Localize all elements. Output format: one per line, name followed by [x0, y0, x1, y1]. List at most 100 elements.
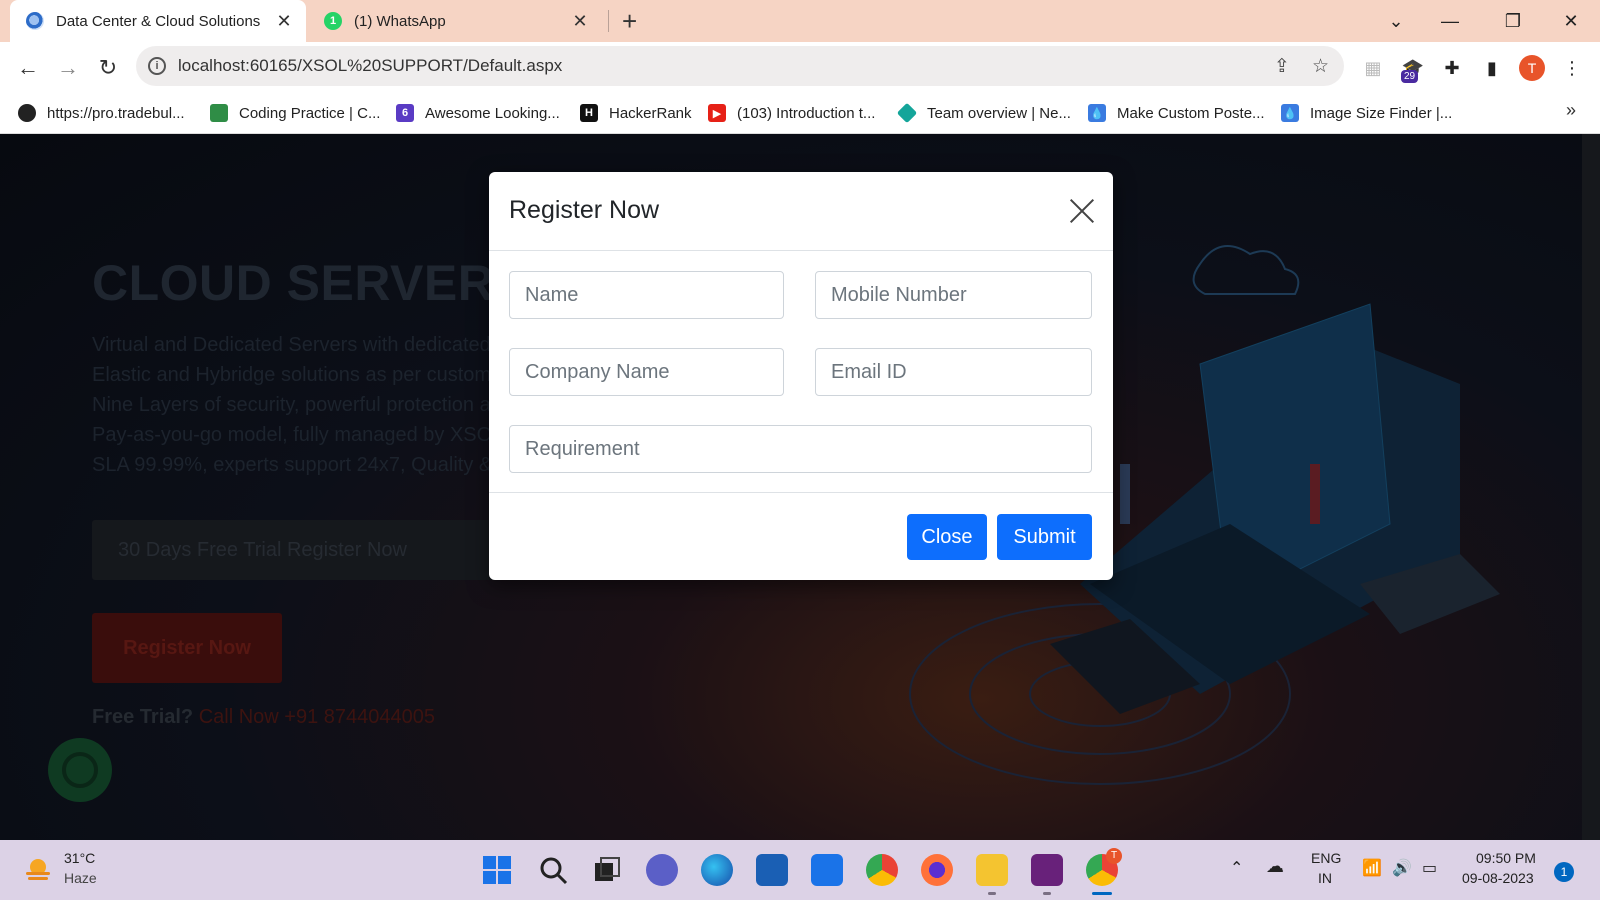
hero-line: Virtual and Dedicated Servers with dedic… [92, 334, 491, 356]
bookmark-label: Coding Practice | C... [239, 104, 381, 122]
reload-button[interactable]: ↻ [94, 54, 122, 82]
hero-title: CLOUD SERVER [92, 255, 495, 311]
bookmark-item[interactable]: 💧 Make Custom Poste... [1088, 92, 1265, 134]
puzzle-icon[interactable]: ✚ [1440, 56, 1464, 80]
bookmark-item[interactable]: H HackerRank [580, 92, 692, 134]
bookmark-star-icon[interactable]: ☆ [1312, 55, 1329, 78]
name-field[interactable]: Name [509, 271, 784, 319]
email-field[interactable]: Email ID [815, 348, 1092, 396]
browser-toolbar: ← → ↻ i localhost:60165/XSOL%20SUPPORT/D… [0, 42, 1600, 92]
six-icon: 6 [396, 104, 414, 122]
task-view-icon[interactable] [591, 854, 623, 886]
bookmark-label: HackerRank [609, 104, 692, 122]
new-tab-button[interactable]: + [622, 6, 637, 36]
firefox-icon[interactable] [921, 854, 953, 886]
edge-icon[interactable] [701, 854, 733, 886]
drop-icon: 💧 [1281, 104, 1299, 122]
trial-input[interactable]: 30 Days Free Trial Register Now [92, 520, 512, 580]
close-tab-icon[interactable]: ✕ [272, 11, 296, 32]
youtube-icon: ▶ [708, 104, 726, 122]
netlify-icon [896, 102, 918, 124]
bookmark-label: https://pro.tradebul... [47, 104, 185, 122]
profile-avatar[interactable]: T [1519, 55, 1545, 81]
tab-strip: Data Center & Cloud Solutions ✕ 1 (1) Wh… [0, 0, 1600, 42]
bookmark-item[interactable]: 💧 Image Size Finder |... [1281, 92, 1452, 134]
bookmark-label: Team overview | Ne... [927, 104, 1071, 122]
whatsapp-icon: 1 [324, 12, 342, 30]
requirement-field[interactable]: Requirement [509, 425, 1092, 473]
running-indicator [1043, 892, 1051, 895]
onedrive-icon[interactable]: ☁ [1266, 856, 1284, 877]
language-bottom[interactable]: IN [1318, 870, 1332, 886]
visual-studio-icon[interactable] [1031, 854, 1063, 886]
mail-icon[interactable] [811, 854, 843, 886]
taskbar: 31°C Haze T ⌃ ☁ ENG IN 📶 🔊 ▭ 09:50 PM 09… [0, 840, 1600, 900]
drop-icon: 💧 [1088, 104, 1106, 122]
bookmark-item[interactable]: ▶ (103) Introduction t... [708, 92, 875, 134]
back-button[interactable]: ← [14, 54, 42, 82]
mobile-field[interactable]: Mobile Number [815, 271, 1092, 319]
clock-date[interactable]: 09-08-2023 [1462, 870, 1534, 886]
notification-badge[interactable]: 1 [1554, 862, 1574, 882]
tradebulls-icon [18, 104, 36, 122]
menu-icon[interactable]: ⋮ [1560, 56, 1584, 80]
bookmark-item[interactable]: 6 Awesome Looking... [396, 92, 560, 134]
teams-chat-icon[interactable] [646, 854, 678, 886]
minimize-button[interactable]: — [1435, 6, 1465, 36]
bookmark-item[interactable]: https://pro.tradebul... [18, 92, 185, 134]
free-trial-text: Free Trial? Call Now +91 8744044005 [92, 706, 435, 729]
store-icon[interactable] [756, 854, 788, 886]
site-info-icon[interactable]: i [148, 57, 166, 75]
hero-register-button[interactable]: Register Now [92, 613, 282, 683]
wifi-icon[interactable]: 📶 [1362, 858, 1382, 878]
tab-search-icon[interactable]: ⌄ [1381, 6, 1411, 36]
volume-icon[interactable]: 🔊 [1392, 858, 1412, 878]
url-text[interactable]: localhost:60165/XSOL%20SUPPORT/Default.a… [178, 56, 562, 76]
weather-temp[interactable]: 31°C [64, 850, 95, 866]
extension-badge: 29 [1401, 70, 1419, 83]
modal-header: Register Now [489, 172, 1113, 251]
restore-button[interactable]: ❐ [1498, 6, 1528, 36]
call-now-link[interactable]: Call Now +91 8744044005 [199, 706, 435, 728]
hero-line: Pay-as-you-go model, fully managed by XS… [92, 424, 493, 446]
file-explorer-icon[interactable] [976, 854, 1008, 886]
bookmark-item[interactable]: Coding Practice | C... [210, 92, 380, 134]
chrome-icon[interactable] [866, 854, 898, 886]
close-icon[interactable] [1069, 198, 1095, 224]
free-trial-label: Free Trial? [92, 706, 194, 728]
more-bookmarks-icon[interactable]: » [1566, 100, 1576, 121]
modal-title: Register Now [509, 196, 660, 224]
bookmark-label: (103) Introduction t... [737, 104, 876, 122]
battery-icon[interactable]: ▭ [1422, 858, 1437, 878]
bookmarks-bar: https://pro.tradebul... Coding Practice … [0, 92, 1600, 134]
page-scrollbar[interactable] [1582, 134, 1600, 840]
tab-data-center[interactable]: Data Center & Cloud Solutions ✕ [10, 0, 306, 42]
address-bar[interactable]: i localhost:60165/XSOL%20SUPPORT/Default… [136, 46, 1344, 86]
forward-button[interactable]: → [54, 54, 82, 82]
hackerrank-icon: H [580, 104, 598, 122]
globe-icon [26, 12, 44, 30]
submit-button[interactable]: Submit [997, 514, 1092, 560]
share-icon[interactable]: ⇪ [1274, 55, 1290, 78]
tab-whatsapp[interactable]: 1 (1) WhatsApp ✕ [312, 0, 602, 42]
hero-description: Virtual and Dedicated Servers with dedic… [92, 330, 512, 480]
side-panel-icon[interactable]: ▮ [1480, 56, 1504, 80]
chevron-up-icon[interactable]: ⌃ [1230, 858, 1243, 878]
language-top[interactable]: ENG [1311, 850, 1341, 866]
close-tab-icon[interactable]: ✕ [568, 11, 592, 32]
windows-start-icon[interactable] [481, 854, 513, 886]
window-close-button[interactable]: ✕ [1556, 6, 1586, 36]
bookmark-label: Awesome Looking... [425, 104, 560, 122]
company-field[interactable]: Company Name [509, 348, 784, 396]
tab-divider [608, 10, 609, 32]
extension-icon[interactable]: ▦ [1361, 56, 1385, 80]
hero-line: Elastic and Hybridge solutions as per cu… [92, 364, 492, 386]
search-icon[interactable] [537, 854, 569, 886]
weather-icon[interactable] [22, 854, 54, 884]
whatsapp-float-icon[interactable] [48, 738, 112, 802]
bookmark-item[interactable]: Team overview | Ne... [896, 92, 1071, 134]
weather-desc[interactable]: Haze [64, 870, 97, 886]
clock-time[interactable]: 09:50 PM [1476, 850, 1536, 866]
tab-title: Data Center & Cloud Solutions [56, 12, 261, 30]
close-button[interactable]: Close [907, 514, 987, 560]
